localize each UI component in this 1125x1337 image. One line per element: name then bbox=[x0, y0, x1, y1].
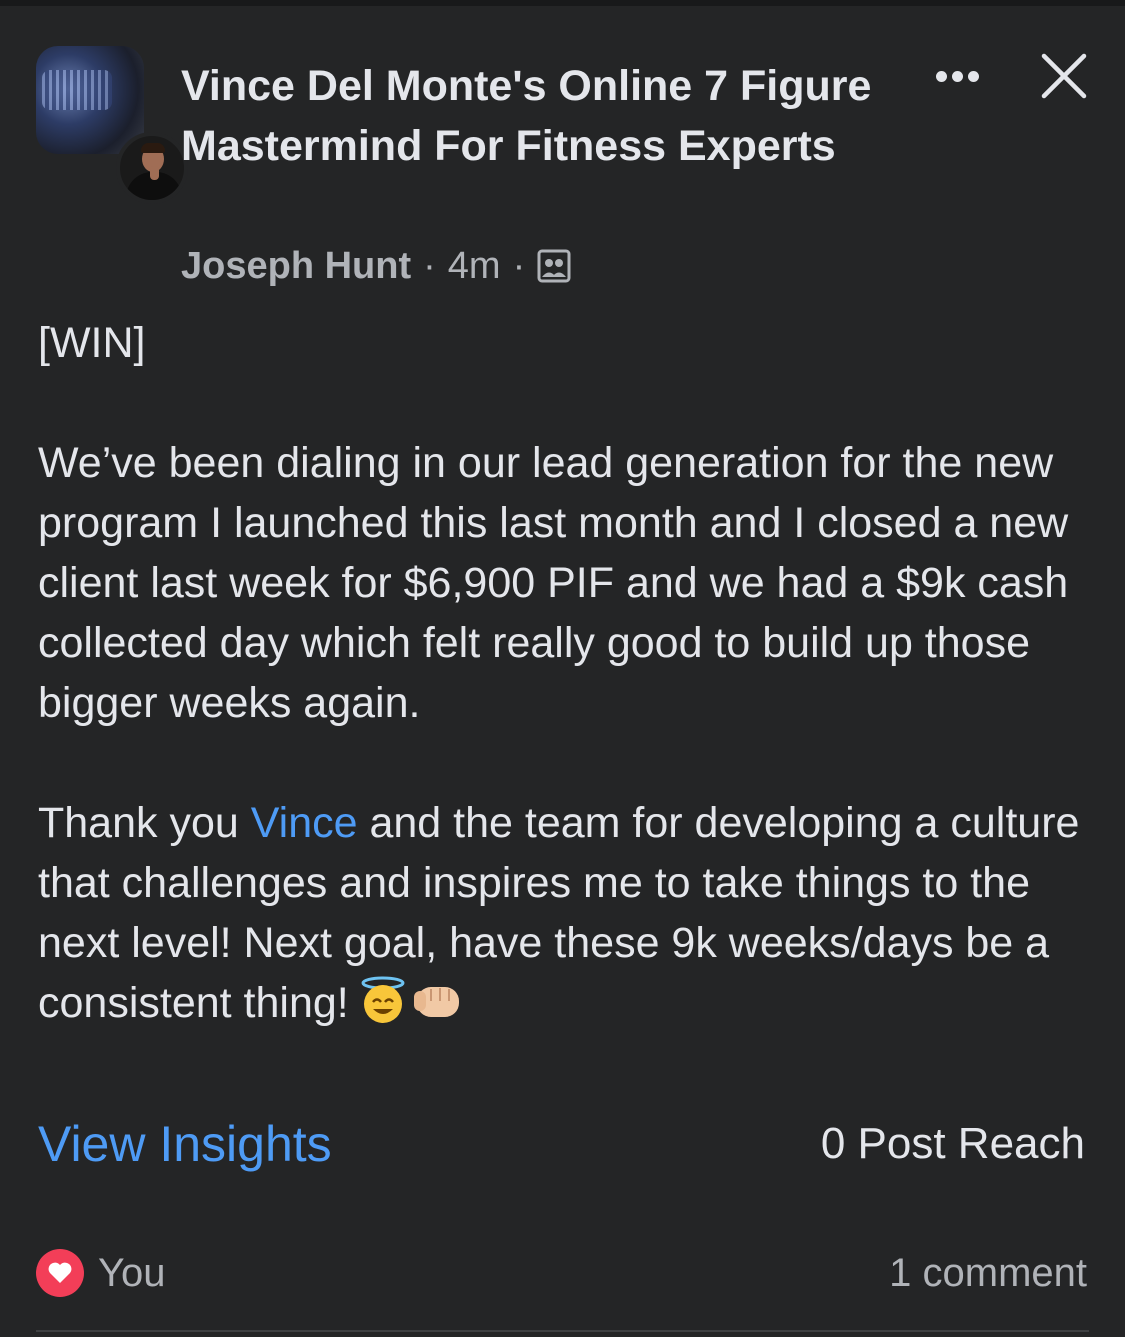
reaction-names: You bbox=[98, 1250, 166, 1295]
group-avatar[interactable] bbox=[36, 46, 188, 204]
meta-separator: · bbox=[512, 244, 526, 287]
author-avatar[interactable] bbox=[116, 132, 188, 204]
post-paragraph-1: We’ve been dialing in our lead generatio… bbox=[38, 439, 1069, 727]
mention-link[interactable]: Vince bbox=[251, 799, 358, 847]
top-divider-strip bbox=[0, 0, 1125, 6]
author-name[interactable]: Joseph Hunt bbox=[181, 245, 411, 288]
post-body: [WIN] We’ve been dialing in our lead gen… bbox=[38, 313, 1088, 1033]
love-reaction-icon bbox=[36, 1249, 84, 1297]
comment-count[interactable]: 1 comment bbox=[889, 1246, 1087, 1300]
close-icon[interactable] bbox=[1038, 50, 1090, 102]
group-name[interactable]: Vince Del Monte's Online 7 Figure Master… bbox=[181, 56, 881, 176]
group-members-icon bbox=[537, 249, 571, 283]
paragraph-2-start: Thank you bbox=[38, 799, 251, 847]
divider bbox=[36, 1330, 1089, 1332]
post-meta: Joseph Hunt · 4m · bbox=[181, 240, 571, 292]
view-insights-link[interactable]: View Insights bbox=[38, 1112, 332, 1176]
post-paragraph-2: Thank you Vince and the team for develop… bbox=[38, 793, 1088, 1033]
smiling-face-with-halo-emoji bbox=[357, 975, 409, 1025]
post-reach-count: 0 Post Reach bbox=[820, 1119, 1085, 1168]
reactions-summary[interactable]: You bbox=[36, 1246, 166, 1300]
post-time[interactable]: 4m bbox=[448, 245, 501, 288]
more-options-icon[interactable] bbox=[926, 56, 988, 96]
fist-bump-emoji bbox=[411, 975, 465, 1025]
post-tag: [WIN] bbox=[38, 319, 146, 367]
meta-separator: · bbox=[423, 244, 436, 287]
group-cover-image bbox=[42, 70, 112, 110]
